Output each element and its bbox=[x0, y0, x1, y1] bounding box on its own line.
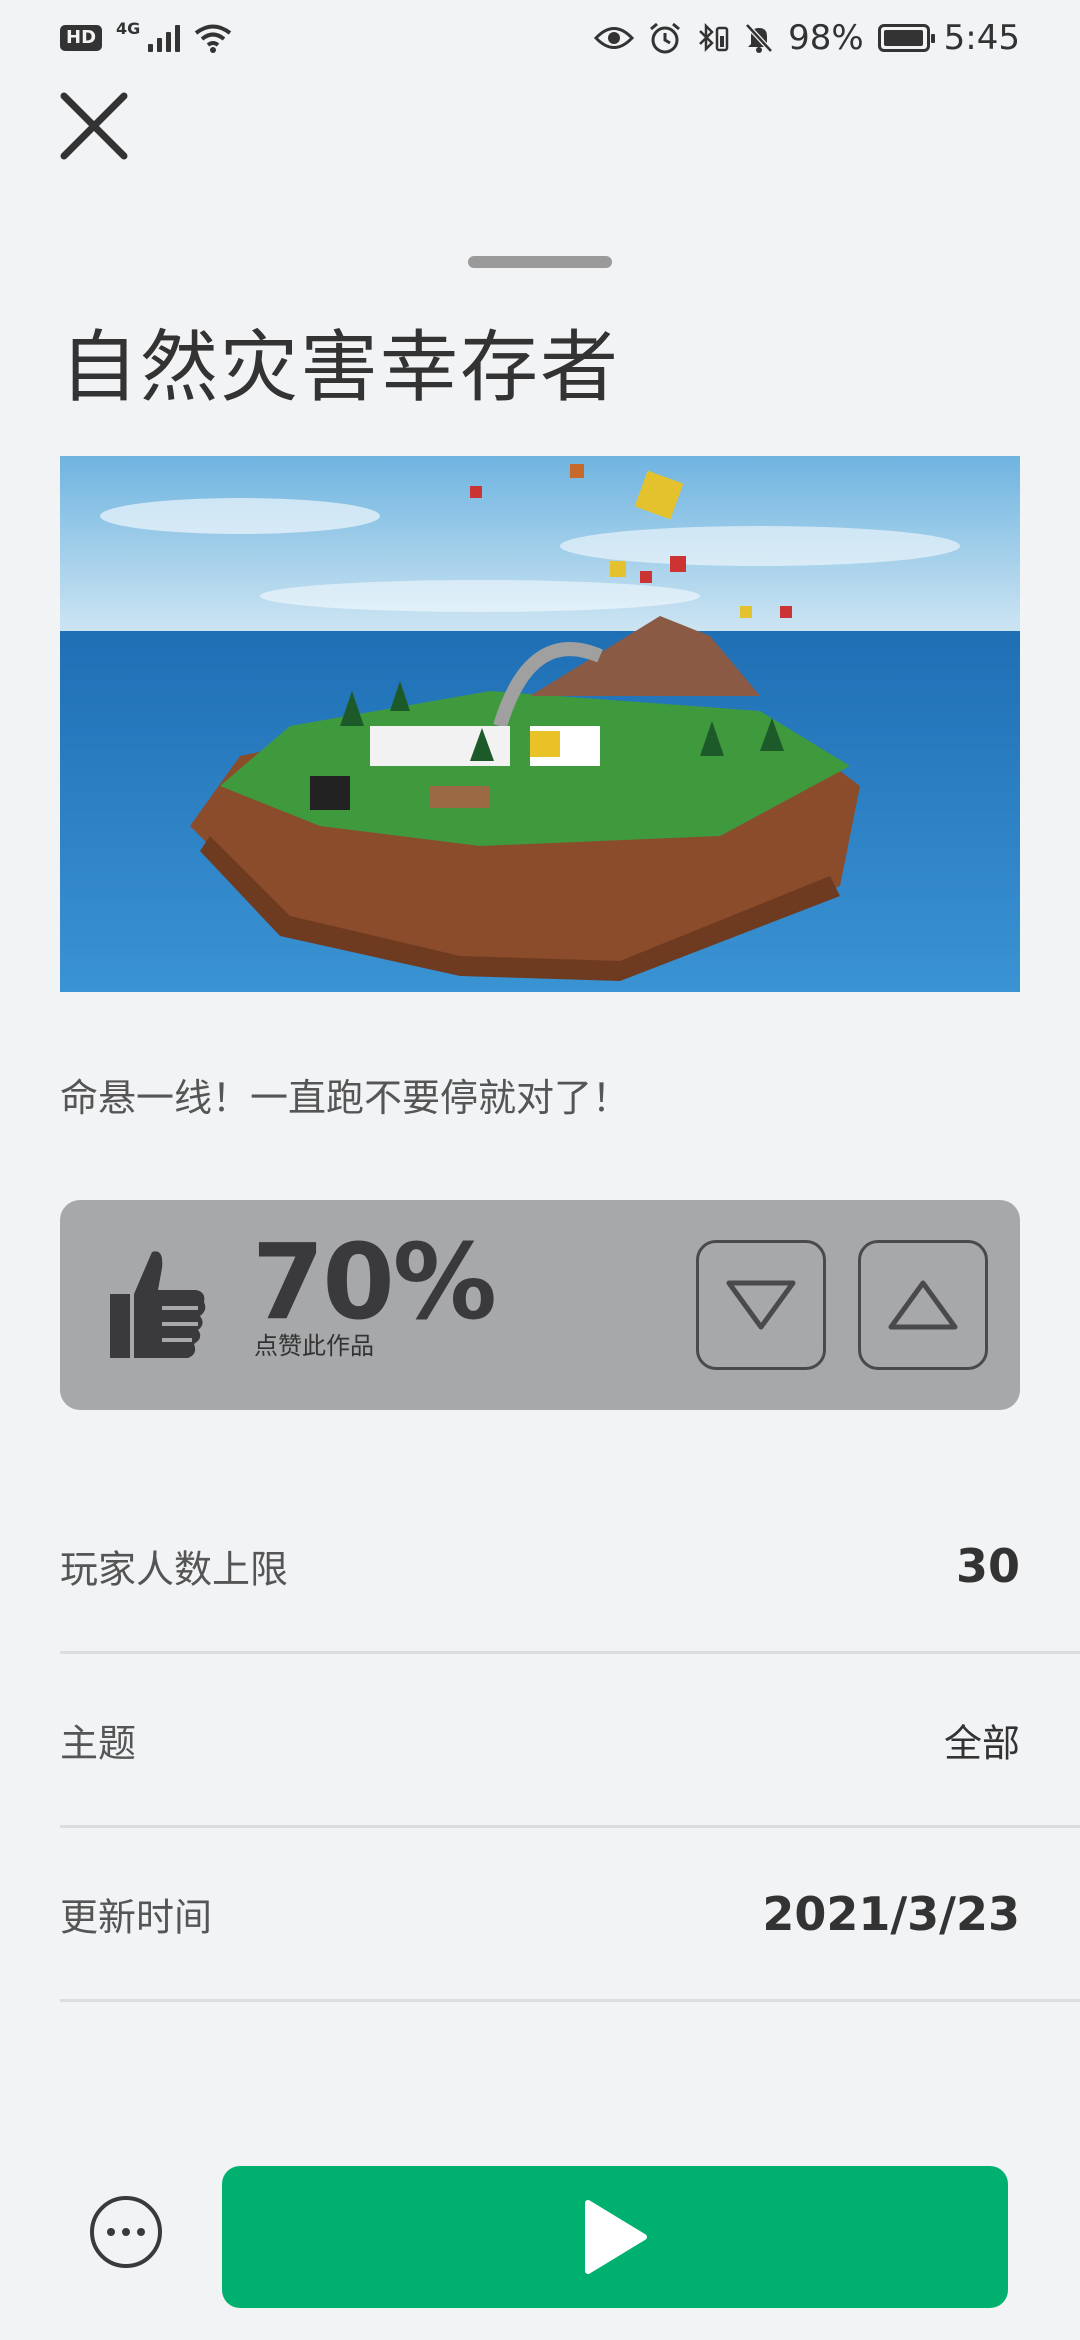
close-icon bbox=[60, 92, 128, 160]
upvote-button[interactable] bbox=[858, 1240, 988, 1370]
game-title: 自然灾害幸存者 bbox=[60, 323, 621, 413]
close-button[interactable] bbox=[54, 86, 134, 166]
game-details-page: HD 4G 98% 5:45 自然灾害幸存者 命悬一线！一直跑不要停就对了！ 7… bbox=[0, 0, 1080, 2340]
info-value: 2021/3/23 bbox=[762, 1886, 1020, 1941]
clock-time: 5:45 bbox=[943, 18, 1020, 58]
bluetooth-battery-icon bbox=[699, 22, 729, 53]
info-row-max-players: 玩家人数上限 30 bbox=[60, 1480, 1080, 1654]
info-label: 更新时间 bbox=[60, 1895, 213, 1939]
triangle-down-icon bbox=[726, 1280, 796, 1330]
eye-icon bbox=[594, 27, 635, 49]
battery-percent: 98% bbox=[788, 18, 864, 58]
downvote-button[interactable] bbox=[696, 1240, 826, 1370]
sheet-drag-handle[interactable] bbox=[468, 256, 612, 268]
game-description: 命悬一线！一直跑不要停就对了！ bbox=[60, 1076, 631, 1120]
status-left: HD 4G bbox=[60, 19, 232, 53]
hd-badge: HD bbox=[60, 25, 103, 51]
more-horizontal-icon bbox=[107, 2228, 115, 2236]
info-row-updated: 更新时间 2021/3/23 bbox=[60, 1828, 1080, 2002]
signal-icon bbox=[148, 24, 181, 52]
play-button[interactable] bbox=[222, 2166, 1008, 2308]
like-percent: 70% bbox=[252, 1221, 497, 1343]
like-percent-label: 点赞此作品 bbox=[254, 1332, 374, 1360]
rating-panel: 70% 点赞此作品 bbox=[60, 1200, 1020, 1410]
status-right: 98% 5:45 bbox=[594, 18, 1020, 58]
game-thumbnail bbox=[60, 456, 1020, 992]
info-label: 主题 bbox=[60, 1721, 137, 1765]
battery-icon bbox=[877, 24, 935, 52]
mute-bell-icon bbox=[745, 23, 773, 53]
info-value: 30 bbox=[955, 1538, 1020, 1593]
info-row-genre: 主题 全部 bbox=[60, 1654, 1080, 1828]
thumbs-up-icon bbox=[110, 1251, 206, 1358]
info-value: 全部 bbox=[943, 1721, 1020, 1765]
play-icon bbox=[585, 2200, 647, 2274]
wifi-icon bbox=[195, 24, 232, 53]
alarm-icon bbox=[650, 22, 681, 54]
network-type: 4G bbox=[116, 18, 141, 38]
more-options-button[interactable] bbox=[90, 2196, 162, 2268]
info-label: 玩家人数上限 bbox=[60, 1547, 289, 1591]
triangle-up-icon bbox=[888, 1280, 958, 1330]
status-bar: HD 4G 98% 5:45 bbox=[0, 0, 1080, 76]
